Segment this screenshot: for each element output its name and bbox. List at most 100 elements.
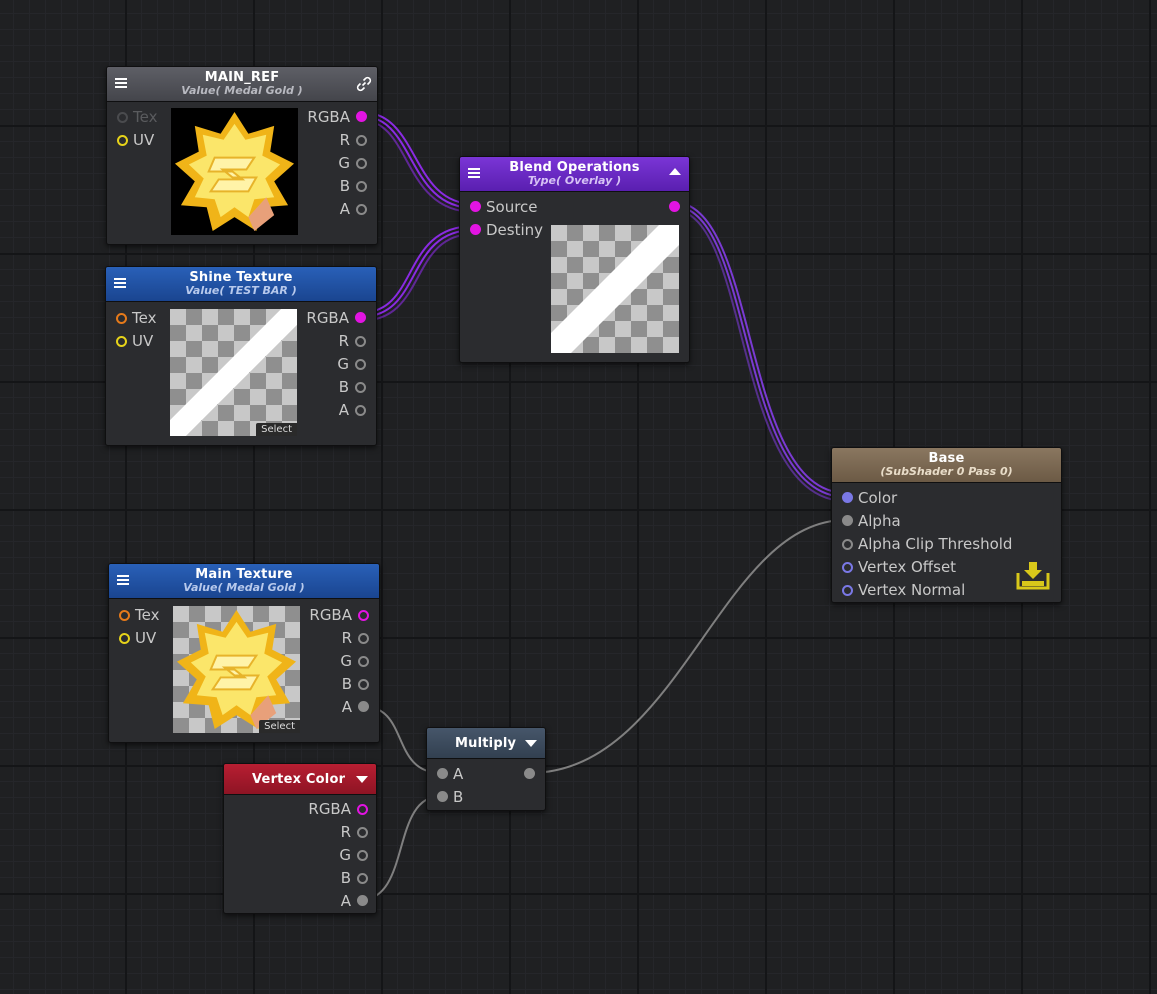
menu-icon[interactable] (468, 168, 480, 178)
node-main-texture[interactable]: Main Texture Value( Medal Gold ) Tex UV … (108, 563, 380, 743)
node-header[interactable]: Main Texture Value( Medal Gold ) (109, 564, 379, 599)
texture-preview[interactable]: Select (173, 606, 300, 733)
port-rgba-dot[interactable] (357, 804, 368, 815)
port-g-dot[interactable] (356, 158, 367, 169)
port-source[interactable]: Source (470, 197, 538, 217)
port-a-dot[interactable] (356, 204, 367, 215)
port-rgba-dot[interactable] (358, 610, 369, 621)
port-output-dot[interactable] (669, 201, 680, 212)
port-a[interactable]: A (339, 400, 366, 420)
port-b-dot[interactable] (358, 679, 369, 690)
port-uv[interactable]: UV (117, 130, 154, 150)
port-output[interactable] (521, 764, 535, 784)
port-g-dot[interactable] (357, 850, 368, 861)
collapse-icon[interactable] (669, 168, 681, 175)
port-b[interactable]: B (339, 377, 366, 397)
port-b[interactable]: B (341, 868, 368, 888)
port-alpha-clip-dot[interactable] (842, 539, 853, 550)
port-destiny-dot[interactable] (470, 224, 481, 235)
port-a-dot[interactable] (355, 405, 366, 416)
texture-preview[interactable]: Select (170, 309, 297, 436)
port-tex-dot[interactable] (116, 313, 127, 324)
port-r[interactable]: R (340, 130, 367, 150)
port-rgba-dot[interactable] (355, 312, 366, 323)
port-a[interactable]: A (437, 764, 463, 784)
port-tex[interactable]: Tex (117, 107, 157, 127)
port-tex[interactable]: Tex (119, 605, 159, 625)
port-a[interactable]: A (340, 199, 367, 219)
port-r-dot[interactable] (358, 633, 369, 644)
port-rgba[interactable]: RGBA (309, 605, 369, 625)
node-blend-operations[interactable]: Blend Operations Type( Overlay ) Source … (459, 156, 690, 363)
port-b[interactable]: B (437, 787, 463, 807)
port-b[interactable]: B (342, 674, 369, 694)
port-vertex-offset[interactable]: Vertex Offset (842, 557, 956, 577)
port-r-dot[interactable] (357, 827, 368, 838)
port-uv[interactable]: UV (116, 331, 153, 351)
port-uv-dot[interactable] (116, 336, 127, 347)
node-header[interactable]: Vertex Color (224, 764, 376, 795)
port-a-dot[interactable] (357, 895, 368, 906)
port-a[interactable]: A (342, 697, 369, 717)
port-output[interactable] (666, 197, 680, 217)
port-b[interactable]: B (340, 176, 367, 196)
port-g[interactable]: G (338, 153, 367, 173)
download-icon[interactable] (1015, 559, 1051, 592)
port-r[interactable]: R (339, 331, 366, 351)
port-b-dot[interactable] (357, 873, 368, 884)
port-r[interactable]: R (342, 628, 369, 648)
dropdown-icon[interactable] (525, 740, 537, 747)
link-icon[interactable] (356, 76, 372, 92)
select-button[interactable]: Select (259, 720, 300, 733)
port-r-dot[interactable] (355, 336, 366, 347)
port-uv-dot[interactable] (119, 633, 130, 644)
select-button[interactable]: Select (256, 423, 297, 436)
node-shine-texture[interactable]: Shine Texture Value( TEST BAR ) Tex UV S… (105, 266, 377, 446)
port-g[interactable]: G (337, 354, 366, 374)
port-rgba-dot[interactable] (356, 111, 367, 122)
port-source-dot[interactable] (470, 201, 481, 212)
port-destiny[interactable]: Destiny (470, 220, 543, 240)
node-header[interactable]: Blend Operations Type( Overlay ) (460, 157, 689, 192)
port-rgba[interactable]: RGBA (308, 799, 368, 819)
port-a[interactable]: A (341, 891, 368, 911)
port-uv-dot[interactable] (117, 135, 128, 146)
port-r[interactable]: R (341, 822, 368, 842)
port-tex-dot[interactable] (117, 112, 128, 123)
node-header[interactable]: Base (SubShader 0 Pass 0) (832, 448, 1061, 483)
node-main-ref[interactable]: MAIN_REF Value( Medal Gold ) Tex UV RGBA… (106, 66, 378, 245)
port-tex[interactable]: Tex (116, 308, 156, 328)
port-g-dot[interactable] (355, 359, 366, 370)
port-rgba[interactable]: RGBA (306, 308, 366, 328)
port-rgba[interactable]: RGBA (307, 107, 367, 127)
menu-icon[interactable] (114, 278, 126, 288)
port-color[interactable]: Color (842, 488, 897, 508)
dropdown-icon[interactable] (356, 776, 368, 783)
menu-icon[interactable] (117, 575, 129, 585)
node-base[interactable]: Base (SubShader 0 Pass 0) Color Alpha Al… (831, 447, 1062, 603)
port-b-dot[interactable] (437, 791, 448, 802)
node-multiply[interactable]: Multiply A B (426, 727, 546, 811)
port-r-dot[interactable] (356, 135, 367, 146)
port-g[interactable]: G (339, 845, 368, 865)
node-vertex-color[interactable]: Vertex Color RGBA R G B A (223, 763, 377, 914)
port-a-dot[interactable] (358, 701, 369, 712)
port-a-dot[interactable] (437, 768, 448, 779)
port-g-dot[interactable] (358, 656, 369, 667)
port-alpha[interactable]: Alpha (842, 511, 901, 531)
port-vertex-normal-dot[interactable] (842, 585, 853, 596)
port-vertex-normal[interactable]: Vertex Normal (842, 580, 965, 600)
menu-icon[interactable] (115, 78, 127, 88)
port-output-dot[interactable] (524, 768, 535, 779)
node-header[interactable]: MAIN_REF Value( Medal Gold ) (107, 67, 377, 102)
port-color-dot[interactable] (842, 492, 853, 503)
port-b-dot[interactable] (356, 181, 367, 192)
node-header[interactable]: Multiply (427, 728, 545, 759)
node-header[interactable]: Shine Texture Value( TEST BAR ) (106, 267, 376, 302)
port-alpha-dot[interactable] (842, 515, 853, 526)
port-g[interactable]: G (340, 651, 369, 671)
port-b-dot[interactable] (355, 382, 366, 393)
port-vertex-offset-dot[interactable] (842, 562, 853, 573)
port-alpha-clip-threshold[interactable]: Alpha Clip Threshold (842, 534, 1012, 554)
port-tex-dot[interactable] (119, 610, 130, 621)
